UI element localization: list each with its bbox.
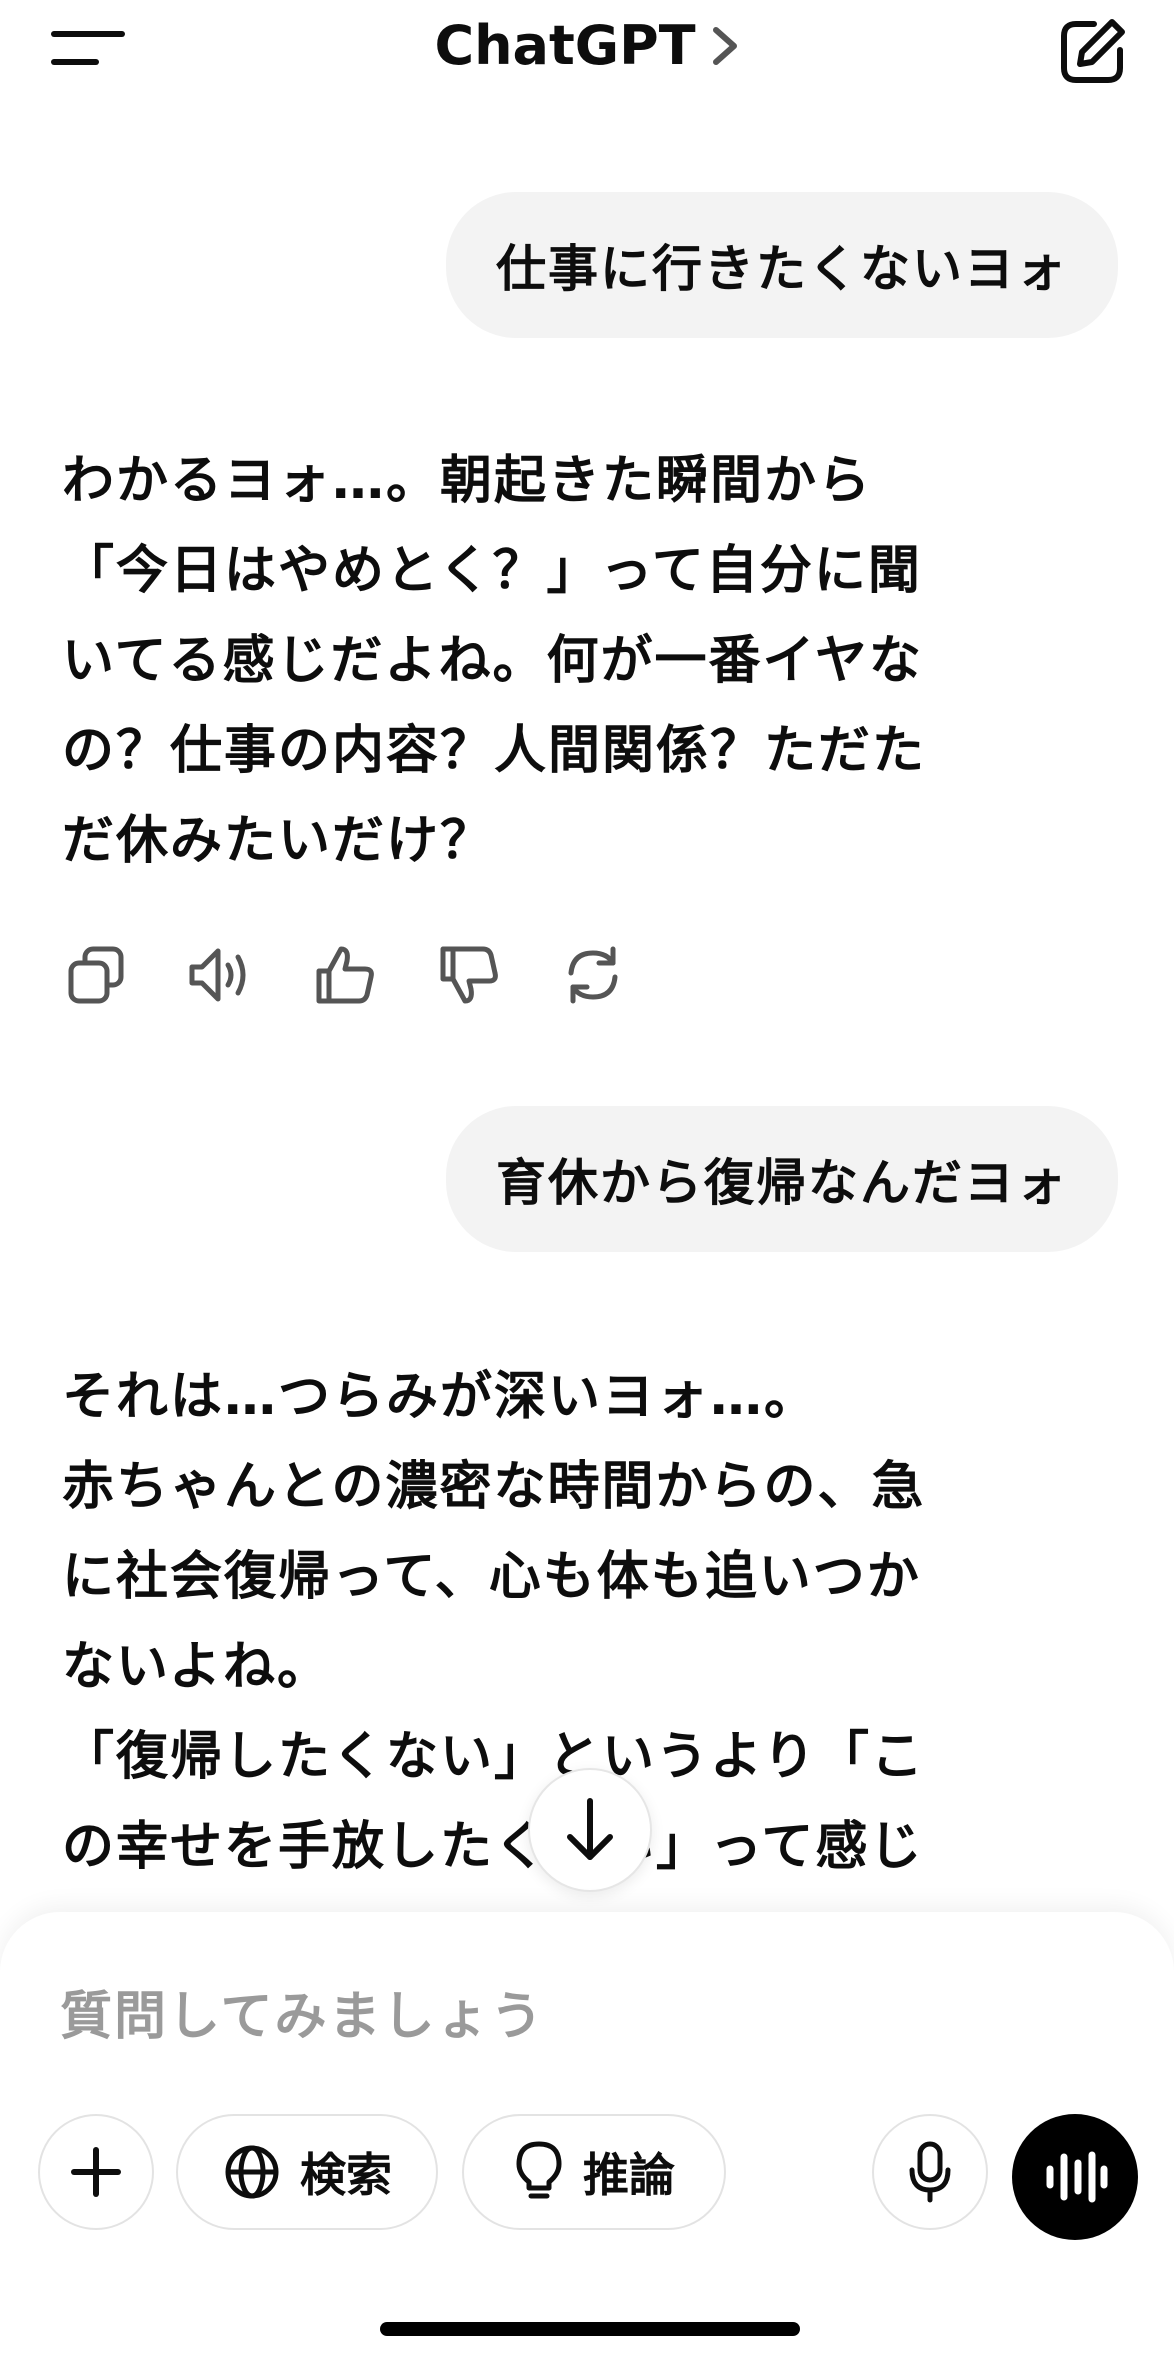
app-title: ChatGPT [434, 14, 696, 77]
reason-button[interactable]: 推論 [462, 2114, 726, 2230]
search-button[interactable]: 検索 [176, 2114, 438, 2230]
assistant-line: いてる感じだよね。何が一番イヤな [62, 631, 923, 691]
message-actions [62, 940, 628, 1010]
chevron-right-icon [712, 26, 737, 65]
message-input[interactable] [60, 1972, 1110, 2062]
user-message: 育休から復帰なんだヨォ [446, 1106, 1118, 1252]
assistant-line: の？仕事の内容？人間関係？ただた [62, 721, 927, 781]
copy-icon[interactable] [62, 940, 132, 1010]
microphone-icon [909, 2141, 951, 2203]
assistant-message: わかるヨォ…。朝起きた瞬間から 「今日はやめとく？」って自分に聞 いてる感じだよ… [62, 436, 1122, 886]
user-message: 仕事に行きたくないヨォ [446, 192, 1118, 338]
voice-mode-button[interactable] [1012, 2114, 1138, 2240]
top-bar: ChatGPT [0, 0, 1174, 110]
thumbs-down-icon[interactable] [434, 940, 504, 1010]
model-selector[interactable]: ChatGPT [0, 14, 1174, 84]
scroll-down-button[interactable] [528, 1768, 652, 1892]
lightbulb-icon [516, 2141, 562, 2199]
reason-label: 推論 [583, 2148, 675, 2202]
assistant-line: に社会復帰って、心も体も追いつか [62, 1547, 921, 1607]
assistant-line: ないよね。 [62, 1637, 331, 1697]
regenerate-icon[interactable] [558, 940, 628, 1010]
home-indicator [380, 2322, 800, 2336]
composer: 検索 推論 [0, 1912, 1174, 2362]
microphone-button[interactable] [872, 2114, 988, 2230]
thumbs-up-icon[interactable] [310, 940, 380, 1010]
new-chat-button[interactable] [1056, 16, 1128, 88]
assistant-line: それは…つらみが深いヨォ…。 [62, 1367, 819, 1427]
assistant-line: だ休みたいだけ？ [62, 811, 495, 871]
arrow-down-icon [567, 1798, 613, 1860]
chat-screen: ChatGPT 仕事に行きたくないヨォ わかるヨォ…。朝起きた瞬間から 「今日は… [0, 0, 1174, 2362]
waveform-icon [1046, 2151, 1108, 2203]
assistant-line: 「今日はやめとく？」って自分に聞 [62, 541, 922, 601]
plus-icon [71, 2147, 121, 2197]
globe-icon [225, 2145, 279, 2199]
user-message-text: 仕事に行きたくないヨォ [496, 240, 1068, 298]
user-message-text: 育休から復帰なんだヨォ [496, 1154, 1068, 1212]
assistant-line: 赤ちゃんとの濃密な時間からの、急 [62, 1457, 926, 1517]
search-label: 検索 [300, 2148, 392, 2202]
speaker-icon[interactable] [186, 940, 256, 1010]
add-button[interactable] [38, 2114, 154, 2230]
composer-tools: 検索 推論 [38, 2114, 1138, 2240]
edit-icon [1061, 19, 1125, 83]
assistant-line: わかるヨォ…。朝起きた瞬間から [62, 451, 873, 511]
